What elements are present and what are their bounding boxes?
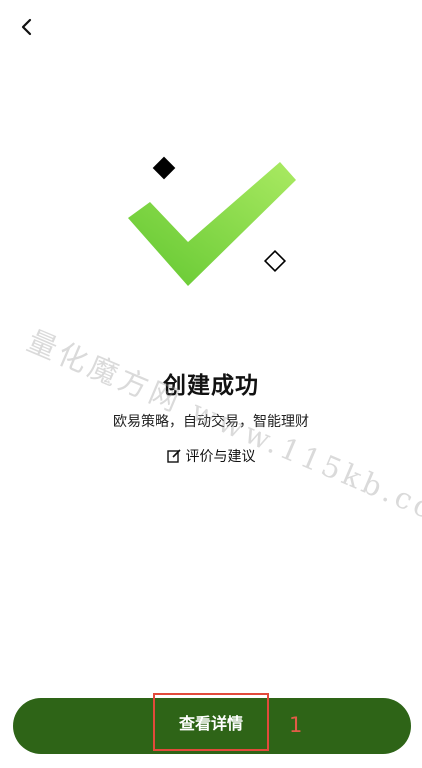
feedback-link[interactable]: 评价与建议: [0, 446, 422, 466]
feedback-label: 评价与建议: [185, 449, 256, 465]
page-title: 创建成功: [163, 373, 259, 399]
edit-icon: [166, 449, 181, 463]
success-illustration: [128, 156, 296, 286]
filled-diamond-icon: [152, 156, 176, 180]
outline-diamond-icon: [263, 249, 287, 273]
step-marker: 1: [289, 713, 303, 737]
chevron-left-icon: [21, 18, 32, 36]
back-button[interactable]: [14, 14, 40, 40]
view-details-button[interactable]: 查看详情: [153, 693, 269, 751]
subtitle: 欧易策略，自动交易，智能理财: [113, 414, 309, 430]
